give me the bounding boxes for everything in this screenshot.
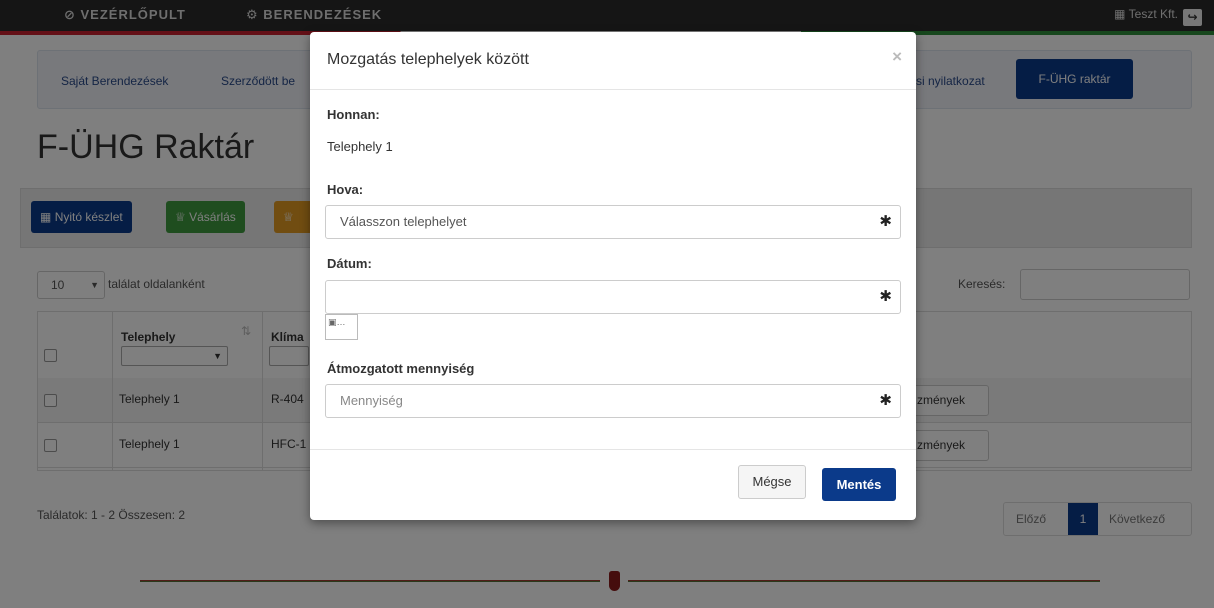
required-icon: ✱ bbox=[879, 392, 892, 409]
calendar-icon[interactable]: ▣… bbox=[325, 314, 358, 340]
dialog-header: Mozgatás telephelyek között × bbox=[310, 32, 916, 90]
date-field[interactable]: ✱ bbox=[325, 280, 901, 314]
dialog-title: Mozgatás telephelyek között bbox=[327, 51, 529, 68]
moved-quantity-label: Átmozgatott mennyiség bbox=[327, 361, 475, 376]
quantity-placeholder: Mennyiség bbox=[340, 393, 403, 408]
save-button[interactable]: Mentés bbox=[822, 468, 896, 501]
dialog-footer: Mégse Mentés bbox=[310, 449, 916, 521]
to-label: Hova: bbox=[327, 182, 364, 197]
date-label: Dátum: bbox=[327, 256, 372, 271]
from-label: Honnan: bbox=[327, 107, 380, 122]
required-icon: ✱ bbox=[879, 213, 892, 230]
cancel-button[interactable]: Mégse bbox=[738, 465, 806, 499]
move-between-sites-dialog: Mozgatás telephelyek között × Honnan: Te… bbox=[310, 32, 916, 520]
quantity-input[interactable]: Mennyiség ✱ bbox=[325, 384, 901, 418]
to-site-value: Válasszon telephelyet bbox=[340, 214, 467, 229]
from-value: Telephely 1 bbox=[327, 139, 393, 154]
to-site-select[interactable]: Válasszon telephelyet ✱ bbox=[325, 205, 901, 239]
close-icon[interactable]: × bbox=[892, 47, 902, 67]
required-icon: ✱ bbox=[879, 288, 892, 305]
